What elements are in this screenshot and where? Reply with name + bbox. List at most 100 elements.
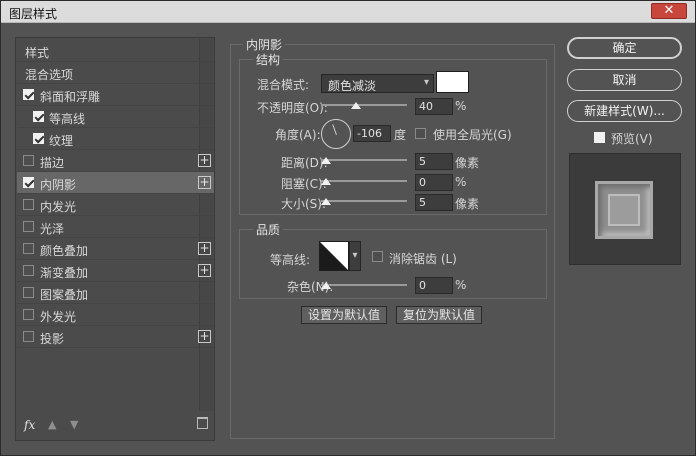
style-list-item-inner-shadow[interactable]: 内阴影 + <box>17 172 214 194</box>
ok-button[interactable]: 确定 <box>567 37 682 59</box>
chevron-down-icon: ▾ <box>423 77 429 88</box>
shadow-color-swatch[interactable] <box>436 71 469 93</box>
outer-glow-checkbox[interactable] <box>23 309 34 320</box>
global-light-label: 使用全局光(G) <box>433 128 512 142</box>
noise-slider-thumb[interactable] <box>321 282 331 289</box>
noise-unit: % <box>455 278 467 292</box>
blend-mode-select[interactable]: 颜色减淡 ▾ <box>321 74 434 93</box>
style-list-item-bevel-emboss[interactable]: 斜面和浮雕 <box>17 84 214 106</box>
choke-input[interactable]: 0 <box>415 174 453 191</box>
opacity-slider-thumb[interactable] <box>351 102 361 109</box>
style-list-item-pattern-overlay[interactable]: 图案叠加 <box>17 282 214 304</box>
blend-mode-value: 颜色减淡 <box>328 79 377 93</box>
color-overlay-checkbox[interactable] <box>23 243 34 254</box>
distance-slider-thumb[interactable] <box>321 157 331 164</box>
size-unit: 像素 <box>455 197 480 211</box>
layer-style-dialog: 图层样式 ✕ 样式 混合选项 斜面和浮雕 等高线 纹理 描边 + 内阴影 + 内… <box>0 0 696 456</box>
close-button[interactable]: ✕ <box>651 3 687 19</box>
trash-icon[interactable] <box>197 417 208 429</box>
style-list-item-label: 内发光 <box>40 200 77 214</box>
choke-slider-track[interactable] <box>321 180 407 182</box>
choke-label: 阻塞(C): <box>281 177 327 191</box>
style-list-item-contour[interactable]: 等高线 <box>17 106 214 128</box>
anti-alias-checkbox[interactable] <box>372 251 383 262</box>
opacity-slider-track[interactable] <box>321 104 407 106</box>
noise-input[interactable]: 0 <box>415 277 453 294</box>
pattern-overlay-checkbox[interactable] <box>23 287 34 298</box>
reset-default-button[interactable]: 复位为默认值 <box>396 306 482 324</box>
contour-checkbox[interactable] <box>33 111 44 122</box>
opacity-input[interactable]: 40 <box>415 98 453 115</box>
add-drop-shadow-icon[interactable]: + <box>198 330 211 343</box>
style-list-item-label: 样式 <box>25 46 50 60</box>
blend-mode-label: 混合模式: <box>257 78 310 92</box>
style-list-item-outer-glow[interactable]: 外发光 <box>17 304 214 326</box>
style-list-item-texture[interactable]: 纹理 <box>17 128 214 150</box>
preview-label: 预览(V) <box>611 132 653 146</box>
style-list-item-label: 外发光 <box>40 310 77 324</box>
contour-dropdown[interactable]: ▾ <box>349 241 361 271</box>
choke-unit: % <box>455 175 467 189</box>
style-list-item-stroke[interactable]: 描边 + <box>17 150 214 172</box>
style-list-item-color-overlay[interactable]: 颜色叠加 + <box>17 238 214 260</box>
style-list-item-inner-glow[interactable]: 内发光 <box>17 194 214 216</box>
satin-checkbox[interactable] <box>23 221 34 232</box>
style-list-item-label: 描边 <box>40 156 65 170</box>
style-list-item-label: 等高线 <box>49 112 86 126</box>
gradient-overlay-checkbox[interactable] <box>23 265 34 276</box>
angle-dial[interactable] <box>321 119 351 149</box>
cancel-button[interactable]: 取消 <box>567 69 682 91</box>
style-list-panel: 样式 混合选项 斜面和浮雕 等高线 纹理 描边 + 内阴影 + 内发光 光泽 颜… <box>15 37 215 441</box>
angle-label: 角度(A): <box>275 128 321 142</box>
size-input[interactable]: 5 <box>415 194 453 211</box>
choke-slider-thumb[interactable] <box>321 178 331 185</box>
inner-shadow-checkbox[interactable] <box>23 177 34 188</box>
texture-checkbox[interactable] <box>33 133 44 144</box>
chevron-down-icon: ▾ <box>352 250 358 261</box>
distance-input[interactable]: 5 <box>415 153 453 170</box>
contour-preview[interactable] <box>319 241 349 271</box>
stroke-checkbox[interactable] <box>23 155 34 166</box>
preview-thumbnail <box>595 181 653 239</box>
anti-alias-label: 消除锯齿 (L) <box>389 252 457 266</box>
quality-title: 品质 <box>253 221 284 238</box>
add-stroke-icon[interactable]: + <box>198 154 211 167</box>
size-slider-thumb[interactable] <box>321 198 331 205</box>
size-label: 大小(S): <box>281 197 327 211</box>
style-list-item-blending-options[interactable]: 混合选项 <box>17 62 214 84</box>
style-preview <box>569 153 681 265</box>
style-list-item-label: 投影 <box>40 332 65 346</box>
fx-icon[interactable]: fx <box>24 418 35 432</box>
title-bar: 图层样式 ✕ <box>1 1 695 23</box>
style-list-item-label: 斜面和浮雕 <box>40 90 101 104</box>
structure-title: 结构 <box>253 51 284 68</box>
preview-checkbox[interactable] <box>594 132 605 143</box>
noise-slider-track[interactable] <box>321 284 407 286</box>
style-list-item-satin[interactable]: 光泽 <box>17 216 214 238</box>
style-list-item-label: 内阴影 <box>40 178 77 192</box>
style-list-item-label: 图案叠加 <box>40 288 89 302</box>
distance-slider-track[interactable] <box>321 159 407 161</box>
style-list-item-gradient-overlay[interactable]: 渐变叠加 + <box>17 260 214 282</box>
window-title: 图层样式 <box>9 7 58 21</box>
new-style-button[interactable]: 新建样式(W)... <box>567 100 682 122</box>
inner-glow-checkbox[interactable] <box>23 199 34 210</box>
bevel-emboss-checkbox[interactable] <box>23 89 34 100</box>
add-inner-shadow-icon[interactable]: + <box>198 176 211 189</box>
opacity-label: 不透明度(O): <box>257 101 328 115</box>
size-slider-track[interactable] <box>321 200 407 202</box>
add-color-overlay-icon[interactable]: + <box>198 242 211 255</box>
drop-shadow-checkbox[interactable] <box>23 331 34 342</box>
angle-input[interactable]: -106 <box>353 125 391 142</box>
move-down-icon[interactable]: ▼ <box>70 418 78 431</box>
contour-label: 等高线: <box>270 253 311 267</box>
global-light-checkbox[interactable] <box>415 128 426 139</box>
move-up-icon[interactable]: ▲ <box>48 418 56 431</box>
style-list-item-drop-shadow[interactable]: 投影 + <box>17 326 214 348</box>
style-list-item-label: 混合选项 <box>25 68 74 82</box>
preview-inner <box>608 194 640 226</box>
style-list-item-label: 纹理 <box>49 134 74 148</box>
style-list-item-styles[interactable]: 样式 <box>17 40 214 62</box>
make-default-button[interactable]: 设置为默认值 <box>301 306 387 324</box>
add-gradient-overlay-icon[interactable]: + <box>198 264 211 277</box>
